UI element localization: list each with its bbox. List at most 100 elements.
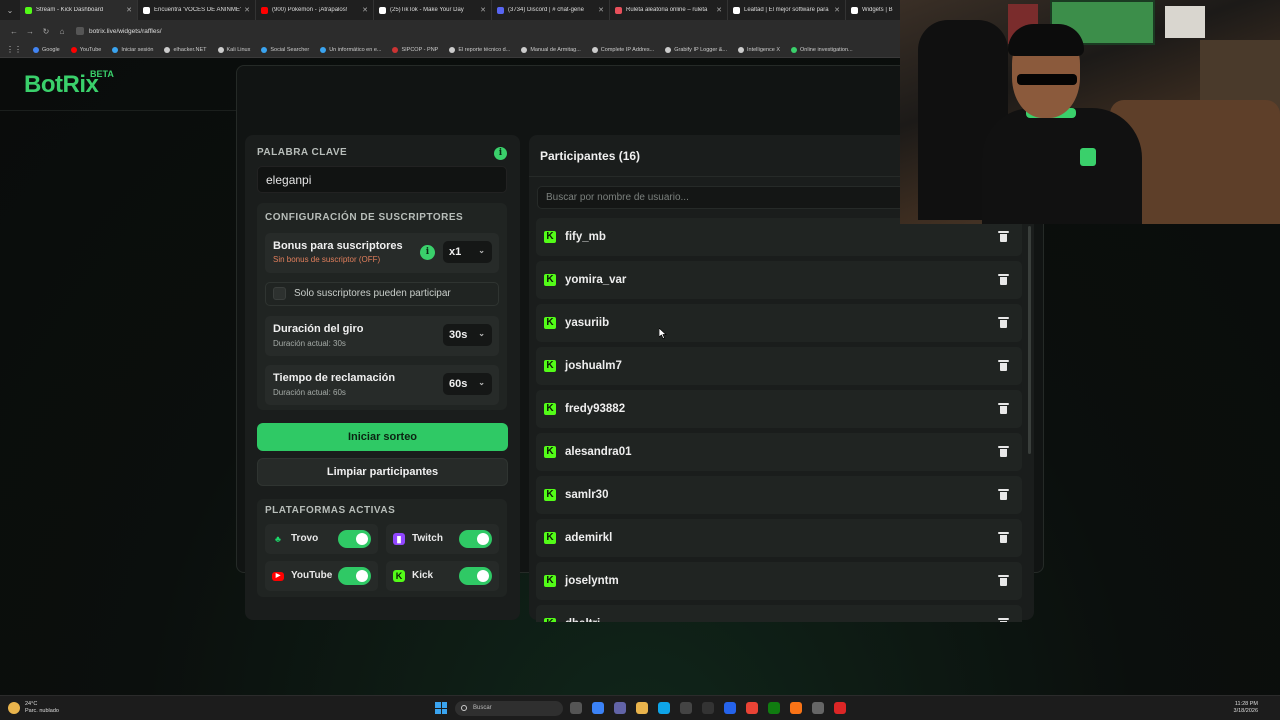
chrome-icon[interactable] (746, 702, 758, 714)
tab-list-chevron-icon[interactable]: ⌄ (0, 0, 20, 20)
close-icon[interactable]: ✕ (362, 6, 368, 14)
bookmark-item[interactable]: Complete IP Addres... (591, 46, 654, 53)
clear-participants-button[interactable]: Limpiar participantes (257, 458, 508, 486)
trash-icon[interactable] (998, 231, 1009, 242)
participant-name: dhaltri (565, 618, 600, 622)
bookmark-item[interactable]: Social Searcher (261, 46, 309, 53)
trash-icon[interactable] (998, 489, 1009, 500)
browser-tab[interactable]: Ruleta aleatoria online – ruleta ✕ (610, 0, 728, 20)
claim-time-select[interactable]: 60s ⌄ (443, 373, 492, 395)
xbox-icon[interactable] (768, 702, 780, 714)
close-icon[interactable]: ✕ (126, 6, 132, 14)
youtube-toggle[interactable] (338, 567, 371, 585)
bookmark-item[interactable]: elhacker.NET (164, 46, 207, 53)
apps-grid-icon[interactable]: ⋮⋮ (6, 45, 22, 54)
vscode-icon[interactable] (724, 702, 736, 714)
store-icon[interactable] (680, 702, 692, 714)
clock-date: 3/18/2026 (1233, 708, 1258, 714)
windows-start-icon[interactable] (435, 702, 447, 714)
tab-favicon-icon (143, 6, 150, 14)
platform-trovo: ♣ Trovo (265, 524, 378, 554)
site-info-icon[interactable] (76, 27, 84, 35)
participant-row: Kjoselyntm (536, 562, 1022, 600)
copilot-icon[interactable] (592, 702, 604, 714)
only-subscribers-checkbox[interactable] (273, 287, 286, 300)
participants-scrollbar[interactable] (1028, 226, 1031, 454)
botrix-logo[interactable]: BotRix (24, 71, 99, 99)
bookmark-item[interactable]: SIPCOP - PNP (392, 46, 438, 53)
bookmark-label: YouTube (79, 46, 102, 53)
participant-name: ademirkl (565, 532, 613, 544)
forward-arrow-icon[interactable]: → (22, 27, 38, 36)
trash-icon[interactable] (998, 446, 1009, 457)
system-clock[interactable]: 11:28 PM 3/18/2026 (1234, 701, 1258, 715)
bookmark-item[interactable]: YouTube (70, 46, 102, 53)
bookmark-item[interactable]: Un informático en e... (320, 46, 381, 53)
close-icon[interactable]: ✕ (480, 6, 486, 14)
twitch-toggle[interactable] (459, 530, 492, 548)
bookmark-label: Google (42, 46, 60, 53)
trash-icon[interactable] (998, 274, 1009, 285)
bookmark-item[interactable]: Online investigation... (791, 46, 853, 53)
trash-icon[interactable] (998, 360, 1009, 371)
tab-favicon-icon (851, 6, 858, 14)
bookmark-item[interactable]: Iniciar sesión (112, 46, 154, 53)
browser-tab[interactable]: (3734) Discord | # chat-gene ✕ (492, 0, 610, 20)
only-subscribers-label: Solo suscriptores pueden participar (294, 288, 451, 299)
browser-tab[interactable]: Stream - Kick Dashboard ✕ (20, 0, 138, 20)
bookmark-label: Iniciar sesión (121, 46, 154, 53)
app-icon[interactable] (834, 702, 846, 714)
trash-icon[interactable] (998, 317, 1009, 328)
close-icon[interactable]: ✕ (244, 6, 250, 14)
close-icon[interactable]: ✕ (598, 6, 604, 14)
browser-tab[interactable]: Encuentra 'VOCES DE ANINME' ✕ (138, 0, 256, 20)
participants-title: Participantes (16) (540, 149, 641, 163)
url-field[interactable]: botrix.live/widgets/raffles/ (76, 27, 162, 35)
trovo-toggle[interactable] (338, 530, 371, 548)
trash-icon[interactable] (998, 532, 1009, 543)
subscriber-bonus-title: Bonus para suscriptores (273, 240, 403, 252)
app-icon[interactable] (812, 702, 824, 714)
info-icon[interactable]: i (494, 147, 507, 160)
trash-icon[interactable] (998, 618, 1009, 622)
browser-tab[interactable]: (900) Pokémon - ¡Atrápalos! ✕ (256, 0, 374, 20)
kick-toggle[interactable] (459, 567, 492, 585)
steam-icon[interactable] (702, 702, 714, 714)
spin-duration-select[interactable]: 30s ⌄ (443, 324, 492, 346)
bookmark-item[interactable]: Grabify IP Logger &... (665, 46, 727, 53)
teams-icon[interactable] (614, 702, 626, 714)
reload-icon[interactable]: ↻ (38, 27, 54, 36)
platform-name: Kick (412, 570, 434, 581)
keyword-input[interactable] (257, 166, 507, 193)
trash-icon[interactable] (998, 403, 1009, 414)
task-view-icon[interactable] (570, 702, 582, 714)
bonus-info-icon[interactable]: i (420, 245, 435, 260)
browser-tab[interactable]: (25)TikTok - Make Your Day ✕ (374, 0, 492, 20)
bookmark-item[interactable]: Kali Linux (217, 46, 250, 53)
bookmark-favicon-icon (591, 46, 598, 53)
edge-icon[interactable] (658, 702, 670, 714)
webcam-person-body (982, 108, 1142, 224)
taskbar-search[interactable]: Buscar (455, 701, 563, 716)
bookmark-label: Grabify IP Logger &... (674, 46, 727, 53)
weather-widget[interactable]: 24°C Parc. nublado (8, 701, 59, 715)
twitch-icon: ▮ (393, 533, 405, 545)
start-raffle-button[interactable]: Iniciar sorteo (257, 423, 508, 451)
search-icon (461, 705, 467, 711)
bookmark-item[interactable]: Google (33, 46, 60, 53)
trash-icon[interactable] (998, 575, 1009, 586)
close-icon[interactable]: ✕ (716, 6, 722, 14)
tab-favicon-icon (615, 6, 622, 14)
bookmark-favicon-icon (449, 46, 456, 53)
bookmark-label: elhacker.NET (173, 46, 207, 53)
firefox-icon[interactable] (790, 702, 802, 714)
back-arrow-icon[interactable]: ← (6, 27, 22, 36)
browser-tab[interactable]: Lealtad | El mejor software para ✕ (728, 0, 846, 20)
bookmark-item[interactable]: El reporte técnico d... (449, 46, 510, 53)
home-icon[interactable]: ⌂ (54, 27, 70, 36)
file-explorer-icon[interactable] (636, 702, 648, 714)
bookmark-item[interactable]: Manual de Armitag... (521, 46, 581, 53)
bookmark-item[interactable]: Intelligence X (738, 46, 780, 53)
close-icon[interactable]: ✕ (834, 6, 840, 14)
bonus-multiplier-select[interactable]: x1 ⌄ (443, 241, 492, 263)
